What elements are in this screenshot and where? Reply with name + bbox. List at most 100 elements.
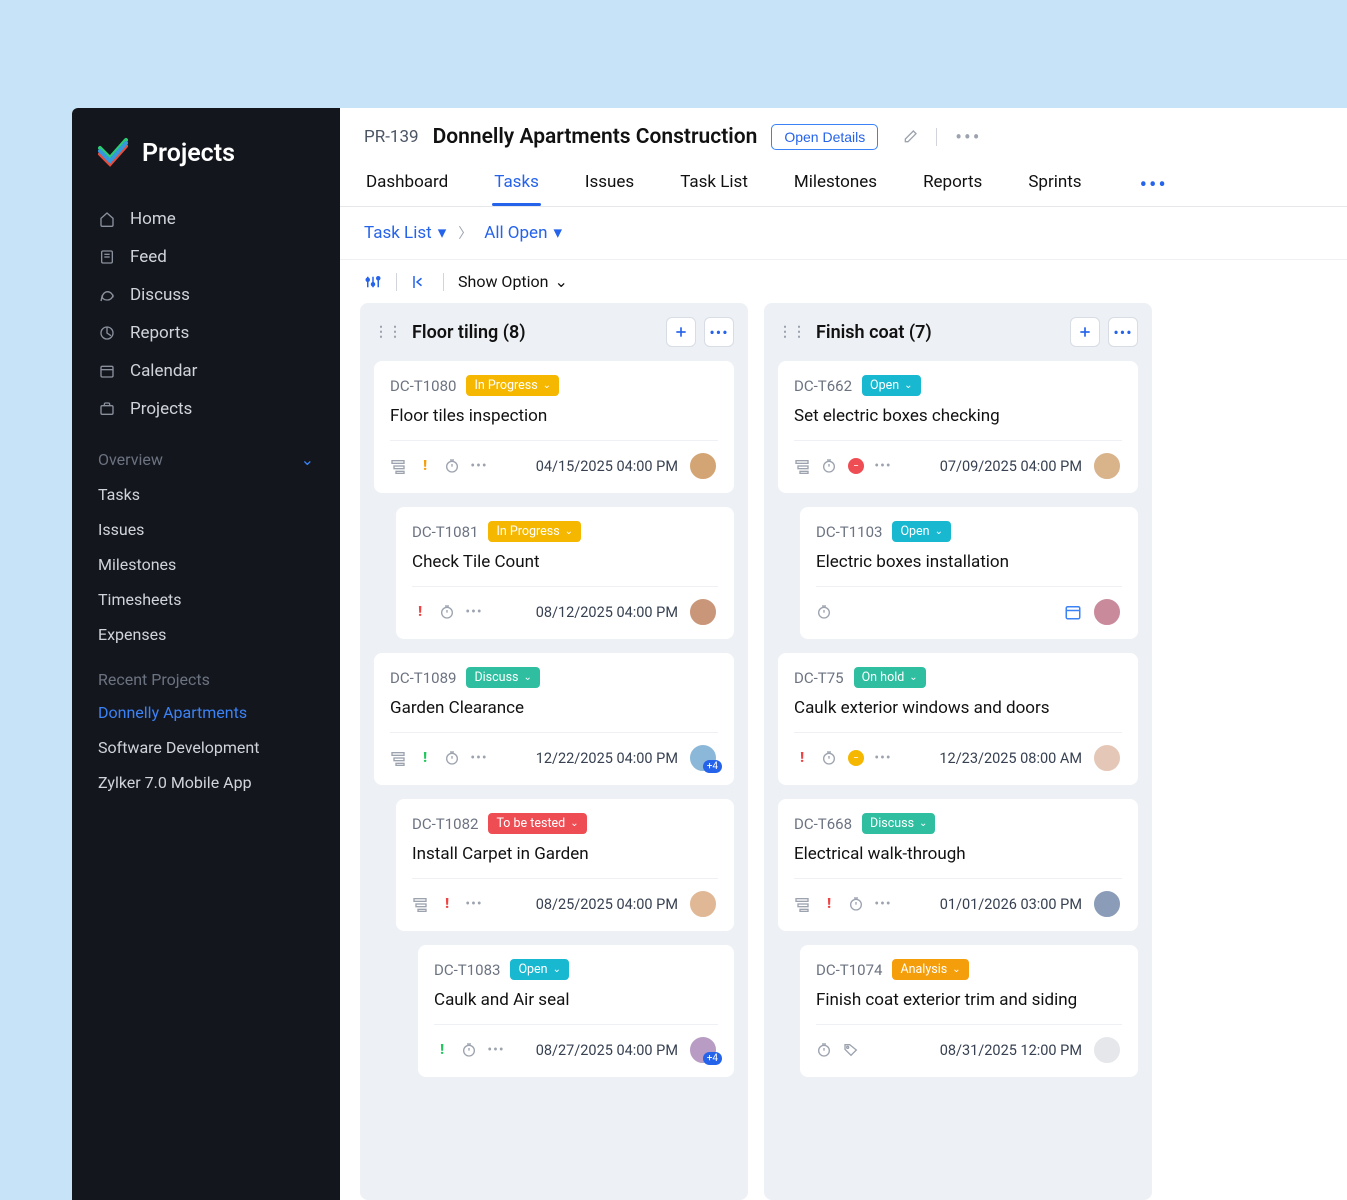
assignee-avatar[interactable] [688, 597, 718, 627]
recent-project-zylker[interactable]: Zylker 7.0 Mobile App [72, 765, 340, 800]
task-card[interactable]: DC-T1080 In Progress ⌄ Floor tiles inspe… [374, 361, 734, 493]
nav-feed[interactable]: Feed [72, 238, 340, 276]
recent-project-software[interactable]: Software Development [72, 730, 340, 765]
crumb-task-list[interactable]: Task List ▾ [364, 223, 446, 243]
sidebar: Projects Home Feed Discuss Reports Calen… [72, 108, 340, 1200]
tab-issues[interactable]: Issues [583, 164, 636, 206]
status-badge[interactable]: Open ⌄ [892, 521, 951, 542]
card-more-icon[interactable]: ••• [466, 604, 482, 620]
card-more-icon[interactable]: ••• [875, 750, 891, 766]
task-card[interactable]: DC-T1074 Analysis ⌄ Finish coat exterior… [800, 945, 1138, 1077]
card-more-icon[interactable]: ••• [875, 896, 891, 912]
task-id: DC-T75 [794, 669, 844, 687]
task-card[interactable]: DC-T75 On hold ⌄ Caulk exterior windows … [778, 653, 1138, 785]
tab-sprints[interactable]: Sprints [1026, 164, 1083, 206]
timer-icon[interactable] [444, 750, 460, 766]
warning-icon: − [848, 750, 864, 766]
nav-reports[interactable]: Reports [72, 314, 340, 352]
chevron-down-icon: ⌄ [543, 380, 551, 391]
assignee-avatar[interactable] [1092, 889, 1122, 919]
card-more-icon[interactable]: ••• [471, 458, 487, 474]
add-card-button[interactable] [666, 317, 696, 347]
nav-calendar[interactable]: Calendar [72, 352, 340, 390]
add-card-button[interactable] [1070, 317, 1100, 347]
status-badge[interactable]: On hold ⌄ [854, 667, 926, 688]
card-more-icon[interactable]: ••• [471, 750, 487, 766]
assignee-avatar[interactable] [1092, 743, 1122, 773]
tab-milestones[interactable]: Milestones [792, 164, 879, 206]
timer-icon[interactable] [461, 1042, 477, 1058]
divider [396, 273, 397, 291]
task-card[interactable]: DC-T1081 In Progress ⌄ Check Tile Count … [396, 507, 734, 639]
tab-dashboard[interactable]: Dashboard [364, 164, 450, 206]
overview-expenses[interactable]: Expenses [72, 617, 340, 652]
timer-icon[interactable] [816, 604, 832, 620]
assignee-avatar[interactable] [1092, 451, 1122, 481]
tab-reports[interactable]: Reports [921, 164, 984, 206]
task-card[interactable]: DC-T1083 Open ⌄ Caulk and Air seal !••• … [418, 945, 734, 1077]
task-card[interactable]: DC-T1082 To be tested ⌄ Install Carpet i… [396, 799, 734, 931]
task-card[interactable]: DC-T662 Open ⌄ Set electric boxes checki… [778, 361, 1138, 493]
status-badge[interactable]: Discuss ⌄ [466, 667, 539, 688]
status-badge[interactable]: Open ⌄ [862, 375, 921, 396]
priority-icon: ! [412, 604, 428, 620]
due-date: 08/25/2025 04:00 PM [536, 896, 678, 913]
nav-home[interactable]: Home [72, 200, 340, 238]
task-card[interactable]: DC-T1103 Open ⌄ Electric boxes installat… [800, 507, 1138, 639]
overview-milestones[interactable]: Milestones [72, 547, 340, 582]
tag-icon[interactable] [843, 1042, 859, 1058]
assignee-avatar[interactable] [688, 889, 718, 919]
recent-project-donnelly[interactable]: Donnelly Apartments [72, 695, 340, 730]
nav-projects[interactable]: Projects [72, 390, 340, 428]
overview-section[interactable]: Overview ⌄ [72, 436, 340, 477]
extra-count-badge: +4 [703, 760, 722, 773]
chevron-down-icon: ⌄ [565, 526, 573, 537]
show-option-dropdown[interactable]: Show Option ⌄ [458, 272, 568, 291]
assignee-avatar[interactable]: +4 [688, 743, 718, 773]
overview-timesheets[interactable]: Timesheets [72, 582, 340, 617]
timer-icon[interactable] [821, 458, 837, 474]
status-badge[interactable]: To be tested ⌄ [488, 813, 586, 834]
card-more-icon[interactable]: ••• [488, 1042, 504, 1058]
divider [936, 128, 937, 146]
tabs-more-icon[interactable]: ••• [1140, 173, 1168, 198]
task-card[interactable]: DC-T1089 Discuss ⌄ Garden Clearance !•••… [374, 653, 734, 785]
calendar-icon[interactable] [1064, 603, 1082, 621]
open-details-button[interactable]: Open Details [771, 124, 878, 150]
drag-handle-icon[interactable]: ⋮⋮ [374, 324, 402, 340]
card-more-icon[interactable]: ••• [466, 896, 482, 912]
timer-icon[interactable] [821, 750, 837, 766]
timer-icon[interactable] [439, 604, 455, 620]
crumb-all-open[interactable]: All Open ▾ [484, 223, 562, 243]
column-more-button[interactable]: ••• [1108, 317, 1138, 347]
overview-issues[interactable]: Issues [72, 512, 340, 547]
drag-handle-icon[interactable]: ⋮⋮ [778, 324, 806, 340]
collapse-icon[interactable] [411, 273, 429, 291]
timer-icon[interactable] [444, 458, 460, 474]
filter-icon[interactable] [364, 273, 382, 291]
edit-icon[interactable] [902, 129, 918, 145]
status-badge[interactable]: In Progress ⌄ [488, 521, 581, 542]
assignee-avatar[interactable] [688, 451, 718, 481]
nav-discuss[interactable]: Discuss [72, 276, 340, 314]
status-badge[interactable]: Open ⌄ [510, 959, 569, 980]
assignee-avatar[interactable] [1092, 597, 1122, 627]
status-badge[interactable]: Discuss ⌄ [862, 813, 935, 834]
timer-icon[interactable] [816, 1042, 832, 1058]
status-badge[interactable]: In Progress ⌄ [466, 375, 559, 396]
task-title: Caulk exterior windows and doors [794, 698, 1122, 718]
tab-task-list[interactable]: Task List [678, 164, 750, 206]
card-more-icon[interactable]: ••• [875, 458, 891, 474]
status-badge[interactable]: Analysis ⌄ [892, 959, 968, 980]
assignee-avatar[interactable] [1092, 1035, 1122, 1065]
nav-label: Home [130, 209, 176, 229]
more-icon[interactable]: ••• [955, 125, 981, 149]
assignee-avatar[interactable]: +4 [688, 1035, 718, 1065]
timer-icon[interactable] [848, 896, 864, 912]
tab-tasks[interactable]: Tasks [492, 164, 541, 206]
task-card[interactable]: DC-T668 Discuss ⌄ Electrical walk-throug… [778, 799, 1138, 931]
column-more-button[interactable]: ••• [704, 317, 734, 347]
task-title: Set electric boxes checking [794, 406, 1122, 426]
overview-tasks[interactable]: Tasks [72, 477, 340, 512]
task-id: DC-T662 [794, 377, 852, 395]
